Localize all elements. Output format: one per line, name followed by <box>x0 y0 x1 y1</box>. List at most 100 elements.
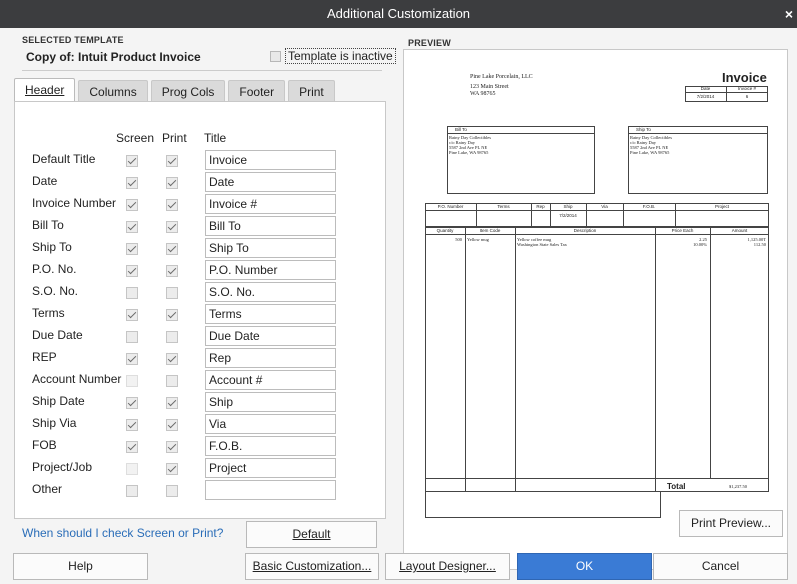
item-column-divider <box>710 227 711 478</box>
screen-checkbox[interactable] <box>126 419 138 431</box>
invoice-preview: Pine Lake Porcelain, LLC 123 Main Street… <box>413 62 776 518</box>
field-label: Date <box>32 174 58 188</box>
basic-customization-button[interactable]: Basic Customization... <box>245 553 379 580</box>
template-inactive-checkbox[interactable]: Template is inactive <box>270 48 396 64</box>
print-checkbox[interactable] <box>166 221 178 233</box>
screen-checkbox[interactable] <box>126 331 138 343</box>
total-label: Total <box>667 482 686 491</box>
field-label: FOB <box>32 438 57 452</box>
item-cell: 500 <box>455 237 462 242</box>
field-label: Bill To <box>32 218 64 232</box>
print-checkbox[interactable] <box>166 485 178 497</box>
title-input[interactable]: Bill To <box>205 216 336 236</box>
print-checkbox[interactable] <box>166 177 178 189</box>
order-info-column-label: Terms <box>497 204 510 209</box>
customization-dialog: SELECTED TEMPLATE Copy of: Intuit Produc… <box>0 28 797 584</box>
title-input[interactable]: S.O. No. <box>205 282 336 302</box>
title-input[interactable]: Terms <box>205 304 336 324</box>
tab-print[interactable]: Print <box>288 80 335 102</box>
bill-to-line: Pine Lake, WA 98765 <box>449 150 489 155</box>
screen-checkbox[interactable] <box>126 265 138 277</box>
title-input[interactable]: Via <box>205 414 336 434</box>
print-checkbox[interactable] <box>166 353 178 365</box>
title-input[interactable]: Account # <box>205 370 336 390</box>
default-button-label: Default <box>292 527 331 541</box>
title-input[interactable]: Rep <box>205 348 336 368</box>
order-info-column-label: Ship <box>563 204 573 209</box>
ship-to-line: Pine Lake, WA 98765 <box>630 150 670 155</box>
tab-footer[interactable]: Footer <box>228 80 286 102</box>
invoice-num-col-label: Invoice # <box>737 86 756 91</box>
inactive-checkbox-label[interactable]: Template is inactive <box>285 48 396 64</box>
layout-designer-button[interactable]: Layout Designer... <box>385 553 510 580</box>
tab-columns-label: Columns <box>89 85 137 99</box>
title-input[interactable]: F.O.B. <box>205 436 336 456</box>
screen-checkbox[interactable] <box>126 485 138 497</box>
print-checkbox[interactable] <box>166 309 178 321</box>
screen-checkbox[interactable] <box>126 221 138 233</box>
item-column-label: Price Each <box>671 228 694 233</box>
inactive-checkbox-box[interactable] <box>270 50 281 62</box>
bottom-button-bar: Help Basic Customization... Layout Desig… <box>0 549 797 584</box>
tab-columns[interactable]: Columns <box>78 80 148 102</box>
print-checkbox[interactable] <box>166 155 178 167</box>
screen-checkbox[interactable] <box>126 309 138 321</box>
order-info-column-label: Rep <box>536 204 545 209</box>
tab-header[interactable]: Header <box>14 78 76 102</box>
title-input[interactable] <box>205 480 336 500</box>
order-info-column-label: P.O. Number <box>437 204 464 209</box>
print-checkbox[interactable] <box>166 375 178 387</box>
print-checkbox[interactable] <box>166 265 178 277</box>
order-info-column-label: F.O.B. <box>642 204 656 209</box>
company-name: Pine Lake Porcelain, LLC <box>470 74 533 80</box>
order-info-column-divider <box>623 203 624 227</box>
print-checkbox[interactable] <box>166 419 178 431</box>
help-button[interactable]: Help <box>13 553 148 580</box>
cancel-button[interactable]: Cancel <box>653 553 788 580</box>
title-input[interactable]: Ship To <box>205 238 336 258</box>
print-checkbox[interactable] <box>166 287 178 299</box>
screen-checkbox[interactable] <box>126 243 138 255</box>
print-checkbox[interactable] <box>166 397 178 409</box>
print-checkbox[interactable] <box>166 243 178 255</box>
layout-designer-label: Layout Designer... <box>399 559 496 573</box>
print-checkbox[interactable] <box>166 463 178 475</box>
screen-checkbox[interactable] <box>126 177 138 189</box>
template-name: Copy of: Intuit Product Invoice <box>26 50 201 64</box>
print-column-header: Print <box>162 131 187 145</box>
title-input[interactable]: Date <box>205 172 336 192</box>
screen-checkbox[interactable] <box>126 155 138 167</box>
field-label: Invoice Number <box>32 196 117 210</box>
screen-checkbox[interactable] <box>126 397 138 409</box>
title-input[interactable]: P.O. Number <box>205 260 336 280</box>
ok-button[interactable]: OK <box>517 553 652 580</box>
title-input[interactable]: Due Date <box>205 326 336 346</box>
screen-checkbox[interactable] <box>126 287 138 299</box>
order-info-column-label: Project <box>714 204 729 209</box>
screen-checkbox[interactable] <box>126 199 138 211</box>
print-checkbox[interactable] <box>166 331 178 343</box>
title-column-header: Title <box>204 131 227 145</box>
bill-to-address: Rainy Day Collectibles c/o Rainy Day 558… <box>449 135 491 155</box>
screen-checkbox[interactable] <box>126 353 138 365</box>
tab-prog-cols[interactable]: Prog Cols <box>150 80 226 102</box>
screen-column-header: Screen <box>116 131 155 145</box>
screen-checkbox <box>126 463 138 475</box>
title-input[interactable]: Project <box>205 458 336 478</box>
title-input[interactable]: Ship <box>205 392 336 412</box>
screen-checkbox[interactable] <box>126 441 138 453</box>
company-address-1: 123 Main Street <box>470 84 509 90</box>
print-checkbox[interactable] <box>166 199 178 211</box>
order-info-column-label: Via <box>601 204 608 209</box>
field-label: REP <box>32 350 57 364</box>
close-icon[interactable]: × <box>785 0 793 28</box>
tab-footer-label: Footer <box>239 85 275 99</box>
order-info-column-divider <box>476 203 477 227</box>
screen-print-help-link[interactable]: When should I check Screen or Print? <box>22 526 223 540</box>
title-input[interactable]: Invoice # <box>205 194 336 214</box>
title-input[interactable]: Invoice <box>205 150 336 170</box>
default-button[interactable]: Default <box>246 521 377 548</box>
print-preview-button[interactable]: Print Preview... <box>679 510 783 537</box>
field-label: Project/Job <box>32 460 93 474</box>
print-checkbox[interactable] <box>166 441 178 453</box>
